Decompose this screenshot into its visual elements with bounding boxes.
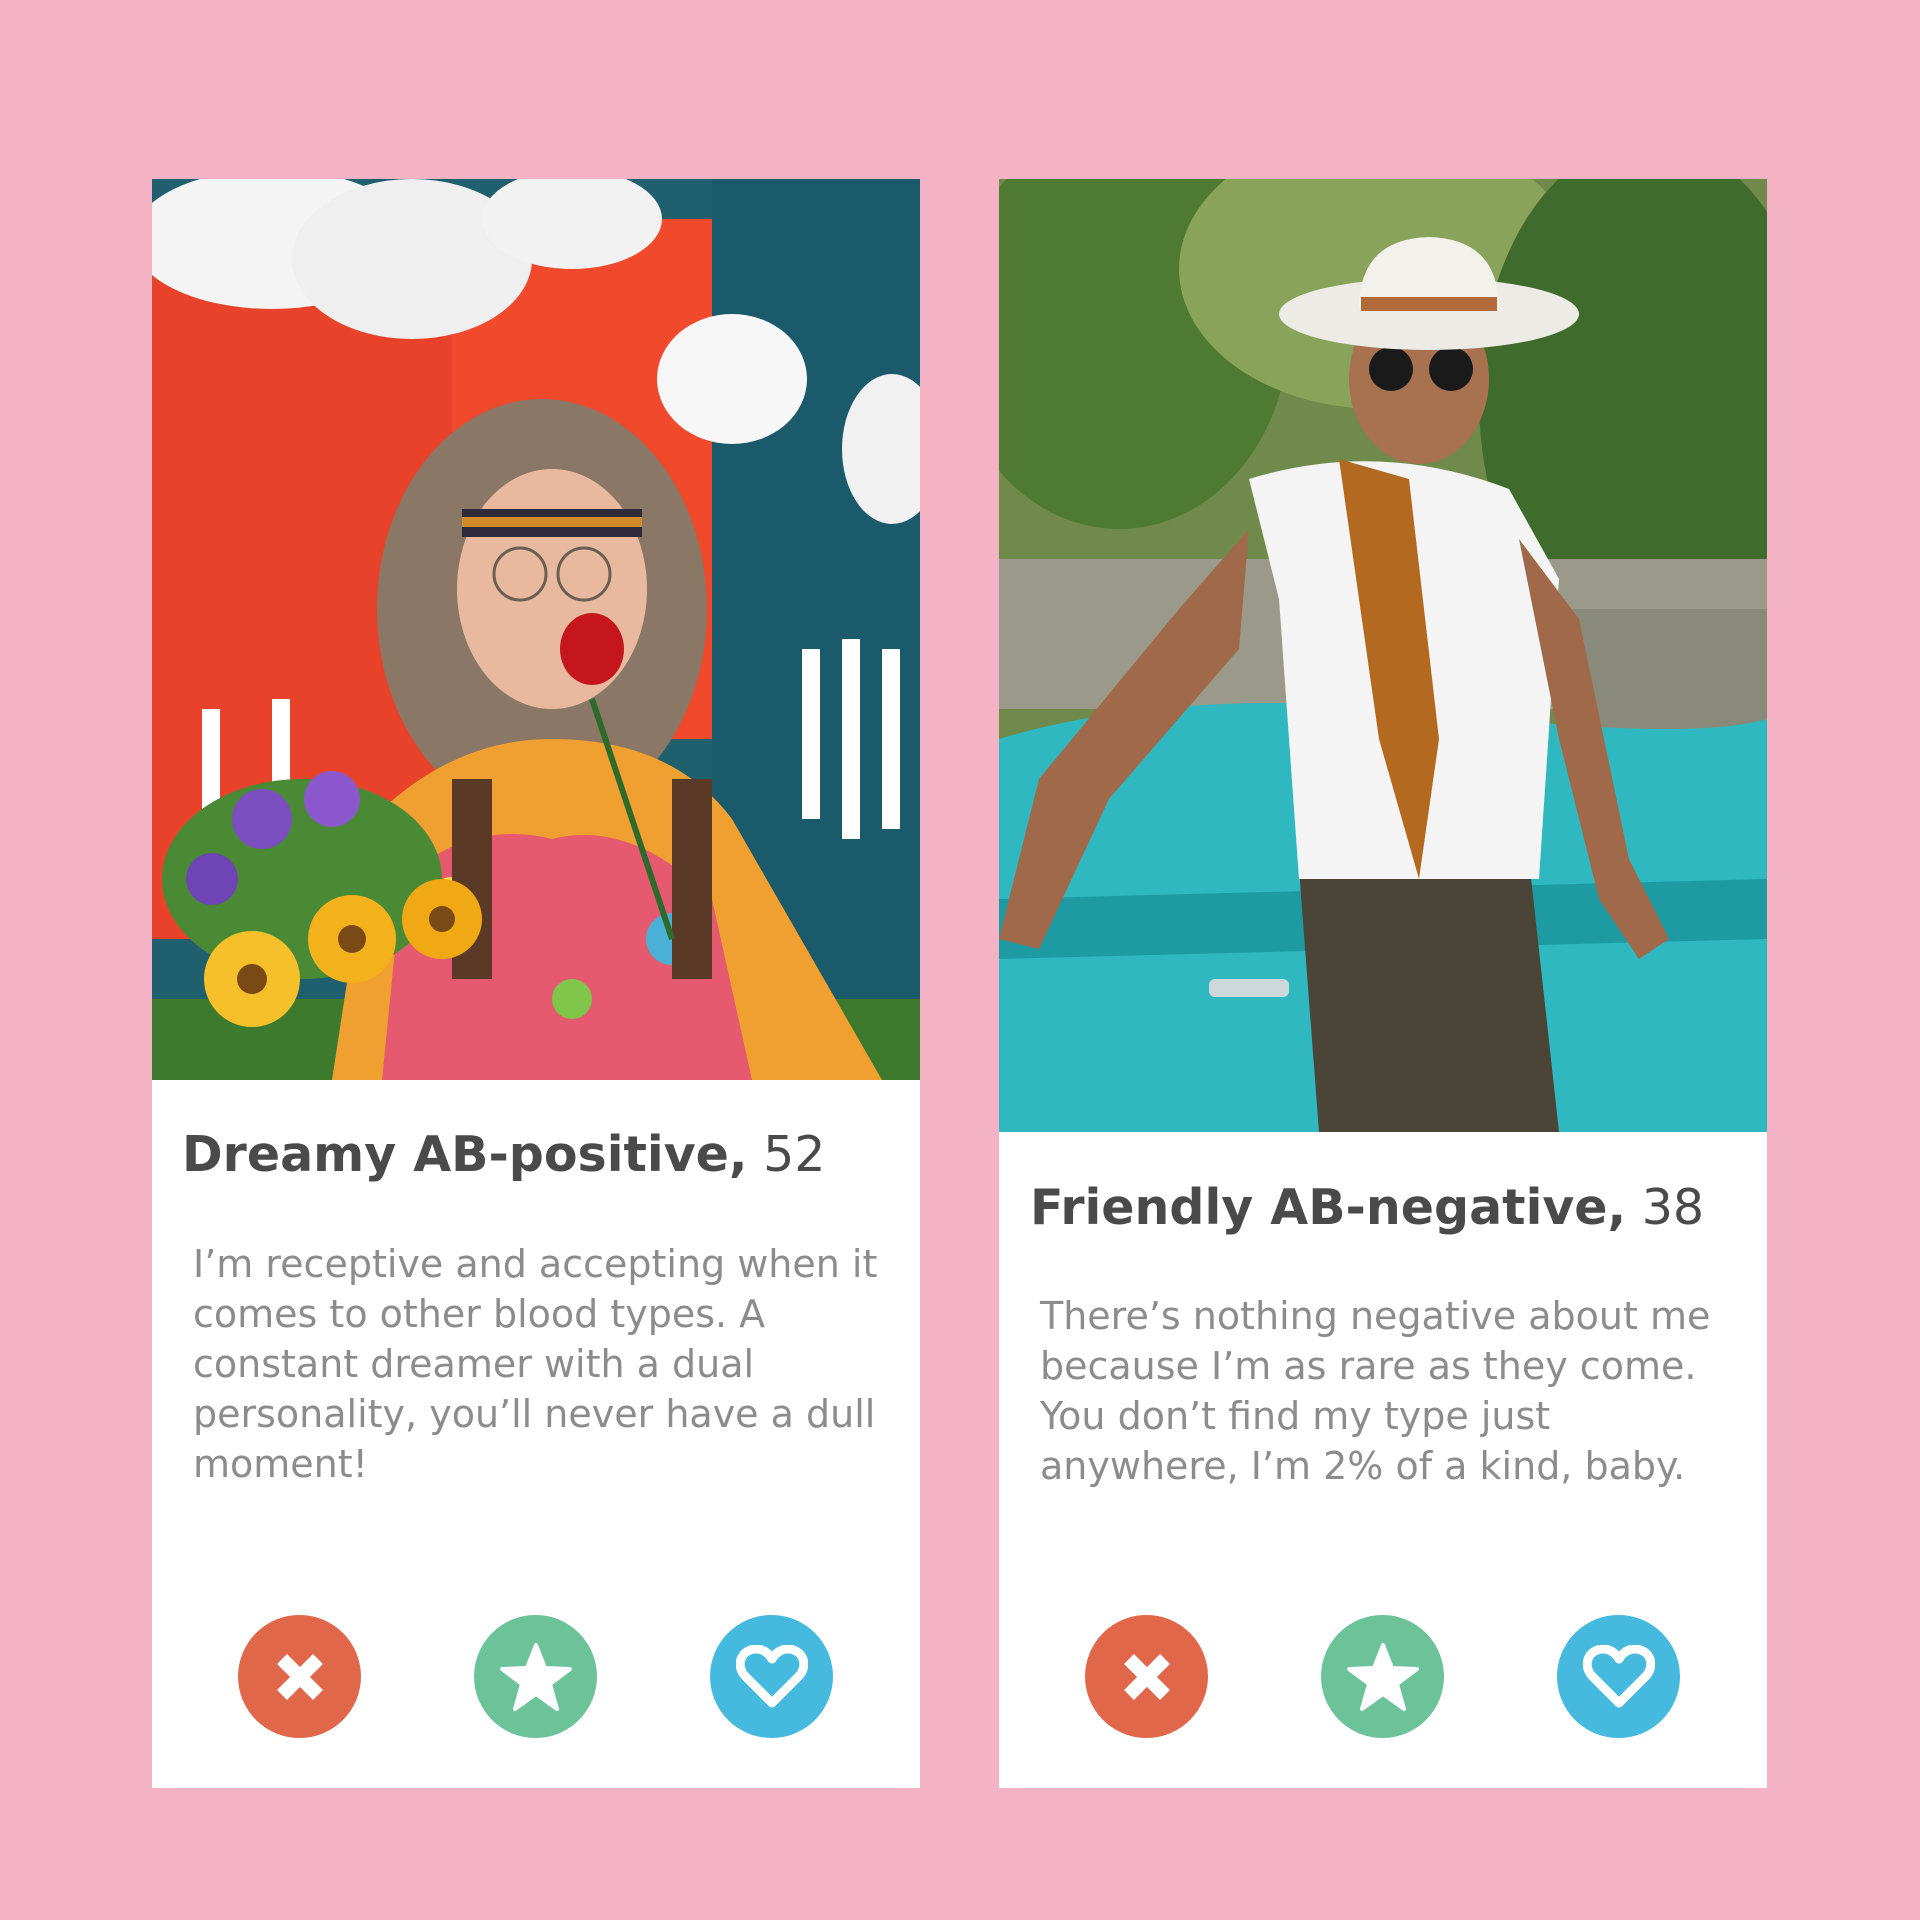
action-bar (152, 1615, 920, 1738)
super-like-button[interactable] (474, 1615, 597, 1738)
profile-card[interactable]: Dreamy AB-positive, 52 I’m receptive and… (152, 179, 920, 1788)
super-like-button[interactable] (1321, 1615, 1444, 1738)
action-bar (999, 1615, 1767, 1738)
profile-name-text: Dreamy AB-positive, (182, 1126, 748, 1183)
heart-icon (1582, 1644, 1655, 1707)
pass-button[interactable] (238, 1615, 361, 1738)
star-icon (499, 1642, 572, 1711)
heart-icon (735, 1644, 808, 1707)
profile-name: Friendly AB-negative, 38 (1030, 1179, 1747, 1237)
like-button[interactable] (710, 1615, 833, 1738)
profile-bio: I’m receptive and accepting when it come… (193, 1242, 878, 1486)
profile-card[interactable]: Friendly AB-negative, 38 There’s nothing… (999, 179, 1767, 1788)
like-button[interactable] (1557, 1615, 1680, 1738)
profile-photo (999, 179, 1767, 1132)
profile-photo (152, 179, 920, 1080)
profile-age: 52 (763, 1126, 826, 1183)
close-icon (1123, 1653, 1170, 1700)
profile-name: Dreamy AB-positive, 52 (182, 1126, 900, 1184)
star-icon (1346, 1642, 1419, 1711)
profile-name-text: Friendly AB-negative, (1030, 1179, 1627, 1236)
profile-bio: There’s nothing negative about me becaus… (1040, 1294, 1711, 1488)
pass-button[interactable] (1085, 1615, 1208, 1738)
close-icon (276, 1653, 323, 1700)
profile-age: 38 (1641, 1179, 1705, 1236)
